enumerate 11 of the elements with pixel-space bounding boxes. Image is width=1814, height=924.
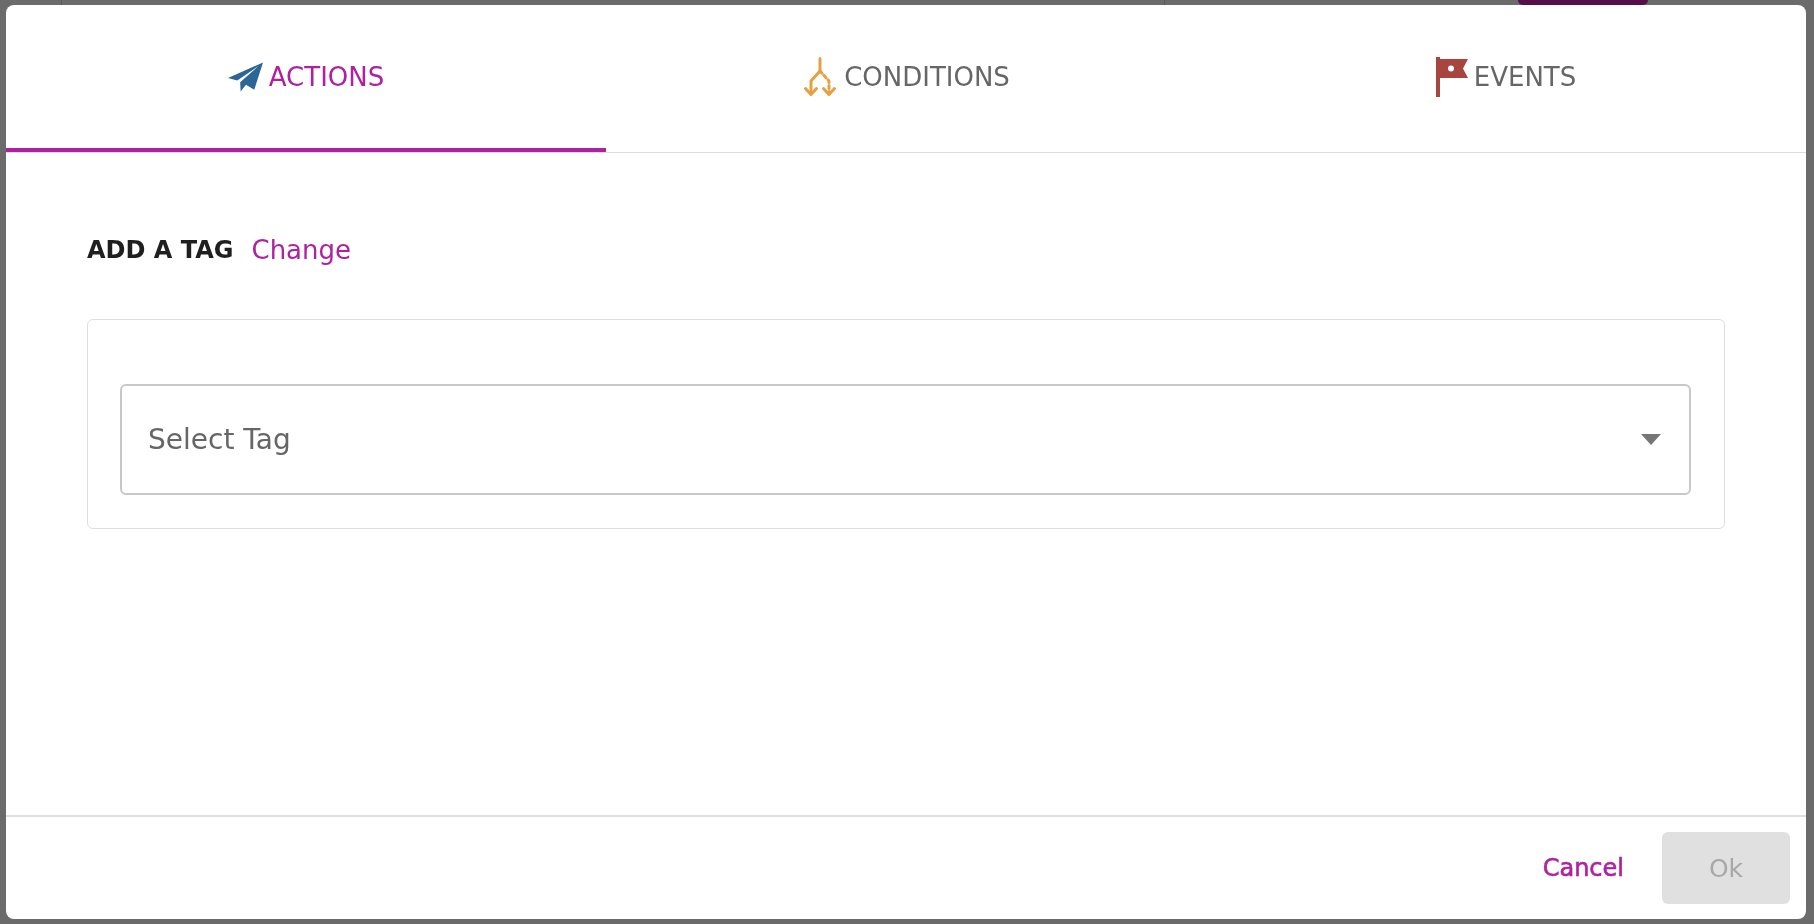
paper-plane-icon (227, 61, 263, 92)
tab[interactable]: ACTIONS (6, 5, 606, 152)
flag-icon (1435, 56, 1468, 97)
tag-select[interactable]: Select Tag (120, 384, 1691, 495)
caret-icon (1641, 434, 1661, 445)
tab[interactable]: CONDITIONS (606, 5, 1206, 152)
cancel-button[interactable]: Cancel (1542, 854, 1624, 882)
section-title: ADD A TAG (87, 235, 234, 265)
split-arrows-icon (802, 56, 839, 97)
tab[interactable]: EVENTS (1206, 5, 1806, 152)
change-link[interactable]: Change (251, 235, 352, 265)
